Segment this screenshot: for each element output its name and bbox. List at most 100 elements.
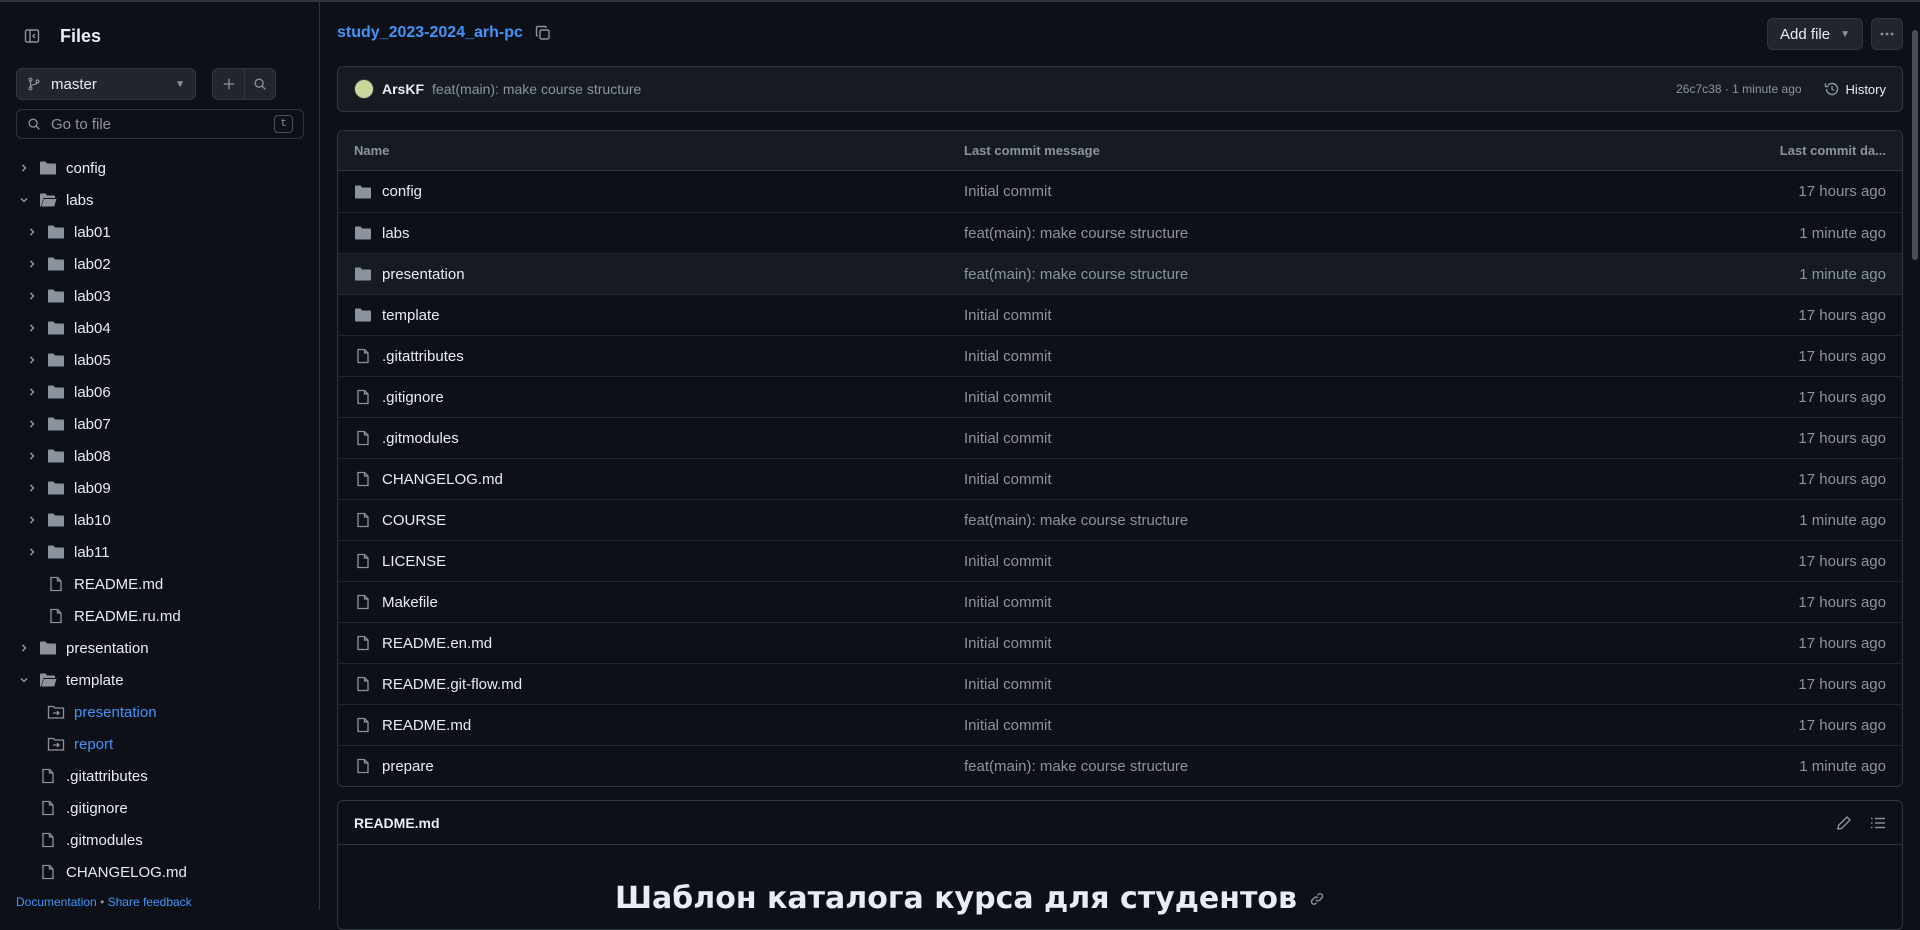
row-commit-message[interactable]: Initial commit — [964, 430, 1664, 447]
share-feedback-link[interactable]: Share feedback — [108, 895, 192, 909]
tree-item[interactable]: .gitmodules — [0, 824, 319, 856]
commit-author[interactable]: ArsKF — [382, 81, 424, 97]
tree-item[interactable]: config — [0, 152, 319, 184]
collapse-sidebar-button[interactable] — [16, 20, 48, 52]
documentation-link[interactable]: Documentation — [16, 895, 97, 909]
row-commit-message[interactable]: feat(main): make course structure — [964, 758, 1664, 775]
row-commit-message[interactable]: Initial commit — [964, 635, 1664, 652]
table-row[interactable]: .gitattributes Initial commit 17 hours ago — [338, 335, 1902, 376]
row-name-link[interactable]: presentation — [382, 266, 465, 283]
row-commit-message[interactable]: feat(main): make course structure — [964, 225, 1664, 242]
branch-selector[interactable]: master ▼ — [16, 68, 196, 100]
chevron-right-icon[interactable] — [24, 258, 40, 270]
tree-item[interactable]: lab01 — [0, 216, 319, 248]
table-row[interactable]: prepare feat(main): make course structure… — [338, 745, 1902, 786]
table-row[interactable]: README.md Initial commit 17 hours ago — [338, 704, 1902, 745]
row-name-link[interactable]: Makefile — [382, 594, 438, 611]
row-name-link[interactable]: CHANGELOG.md — [382, 471, 503, 488]
go-to-file-input[interactable] — [51, 115, 265, 133]
row-name-link[interactable]: labs — [382, 225, 410, 242]
tree-item[interactable]: lab10 — [0, 504, 319, 536]
go-to-file-field[interactable]: t — [16, 109, 304, 139]
tree-item[interactable]: template — [0, 664, 319, 696]
tree-item[interactable]: presentation — [0, 696, 319, 728]
row-name-link[interactable]: .gitignore — [382, 389, 444, 406]
chevron-right-icon[interactable] — [24, 546, 40, 558]
tree-item[interactable]: lab08 — [0, 440, 319, 472]
table-row[interactable]: labs feat(main): make course structure 1 m… — [338, 212, 1902, 253]
tree-item[interactable]: lab09 — [0, 472, 319, 504]
row-name-link[interactable]: .gitattributes — [382, 348, 464, 365]
search-button[interactable] — [244, 69, 275, 99]
chevron-right-icon[interactable] — [24, 322, 40, 334]
tree-item[interactable]: lab06 — [0, 376, 319, 408]
tree-item[interactable]: labs — [0, 184, 319, 216]
copy-icon[interactable] — [535, 25, 551, 41]
chevron-right-icon[interactable] — [24, 514, 40, 526]
row-name-link[interactable]: template — [382, 307, 440, 324]
chevron-right-icon[interactable] — [16, 642, 32, 654]
pencil-icon[interactable] — [1836, 815, 1852, 831]
add-file-button[interactable] — [213, 69, 244, 99]
tree-item[interactable]: .gitattributes — [0, 760, 319, 792]
table-row[interactable]: .gitignore Initial commit 17 hours ago — [338, 376, 1902, 417]
tree-item[interactable]: lab03 — [0, 280, 319, 312]
table-row[interactable]: COURSE feat(main): make course structure 1… — [338, 499, 1902, 540]
tree-item[interactable]: CHANGELOG.md — [0, 856, 319, 888]
row-name-link[interactable]: prepare — [382, 758, 434, 775]
table-row[interactable]: config Initial commit 17 hours ago — [338, 171, 1902, 212]
row-name-link[interactable]: .gitmodules — [382, 430, 459, 447]
chevron-right-icon[interactable] — [24, 386, 40, 398]
row-name-link[interactable]: COURSE — [382, 512, 446, 529]
chevron-right-icon[interactable] — [24, 354, 40, 366]
tree-item[interactable]: .gitignore — [0, 792, 319, 824]
tree-item[interactable]: lab04 — [0, 312, 319, 344]
chevron-down-icon[interactable] — [16, 674, 32, 686]
list-outline-icon[interactable] — [1870, 815, 1886, 831]
row-commit-message[interactable]: Initial commit — [964, 594, 1664, 611]
row-commit-message[interactable]: feat(main): make course structure — [964, 266, 1664, 283]
tree-item[interactable]: lab05 — [0, 344, 319, 376]
row-commit-message[interactable]: Initial commit — [964, 183, 1664, 200]
row-commit-message[interactable]: Initial commit — [964, 717, 1664, 734]
table-row[interactable]: presentation feat(main): make course stru… — [338, 253, 1902, 294]
tree-item[interactable]: lab02 — [0, 248, 319, 280]
table-row[interactable]: .gitmodules Initial commit 17 hours ago — [338, 417, 1902, 458]
tree-item[interactable]: README.ru.md — [0, 600, 319, 632]
chevron-right-icon[interactable] — [24, 290, 40, 302]
row-commit-message[interactable]: Initial commit — [964, 307, 1664, 324]
row-commit-message[interactable]: Initial commit — [964, 676, 1664, 693]
page-scrollbar[interactable] — [1912, 30, 1918, 260]
chevron-right-icon[interactable] — [24, 450, 40, 462]
avatar[interactable] — [354, 79, 374, 99]
tree-item[interactable]: lab07 — [0, 408, 319, 440]
row-name-link[interactable]: config — [382, 183, 422, 200]
history-button[interactable]: History — [1824, 81, 1886, 97]
row-name-link[interactable]: README.git-flow.md — [382, 676, 522, 693]
table-row[interactable]: template Initial commit 17 hours ago — [338, 294, 1902, 335]
tree-item[interactable]: lab11 — [0, 536, 319, 568]
chevron-right-icon[interactable] — [24, 482, 40, 494]
tree-item[interactable]: report — [0, 728, 319, 760]
table-row[interactable]: LICENSE Initial commit 17 hours ago — [338, 540, 1902, 581]
add-file-dropdown[interactable]: Add file ▼ — [1767, 18, 1863, 50]
row-commit-message[interactable]: Initial commit — [964, 471, 1664, 488]
table-row[interactable]: README.en.md Initial commit 17 hours ago — [338, 622, 1902, 663]
table-row[interactable]: Makefile Initial commit 17 hours ago — [338, 581, 1902, 622]
row-commit-message[interactable]: Initial commit — [964, 348, 1664, 365]
row-name-link[interactable]: README.md — [382, 717, 471, 734]
tree-item[interactable]: README.md — [0, 568, 319, 600]
commit-message[interactable]: feat(main): make course structure — [432, 81, 641, 97]
commit-sha-time[interactable]: 26c7c38 · 1 minute ago — [1676, 82, 1801, 96]
row-commit-message[interactable]: Initial commit — [964, 553, 1664, 570]
table-row[interactable]: README.git-flow.md Initial commit 17 hours… — [338, 663, 1902, 704]
chevron-right-icon[interactable] — [24, 418, 40, 430]
chevron-right-icon[interactable] — [16, 162, 32, 174]
more-options-button[interactable] — [1871, 18, 1903, 50]
row-commit-message[interactable]: feat(main): make course structure — [964, 512, 1664, 529]
row-commit-message[interactable]: Initial commit — [964, 389, 1664, 406]
table-row[interactable]: CHANGELOG.md Initial commit 17 hours ago — [338, 458, 1902, 499]
tree-item[interactable]: presentation — [0, 632, 319, 664]
repo-name-link[interactable]: study_2023-2024_arh-pc — [337, 24, 523, 42]
chevron-right-icon[interactable] — [24, 226, 40, 238]
